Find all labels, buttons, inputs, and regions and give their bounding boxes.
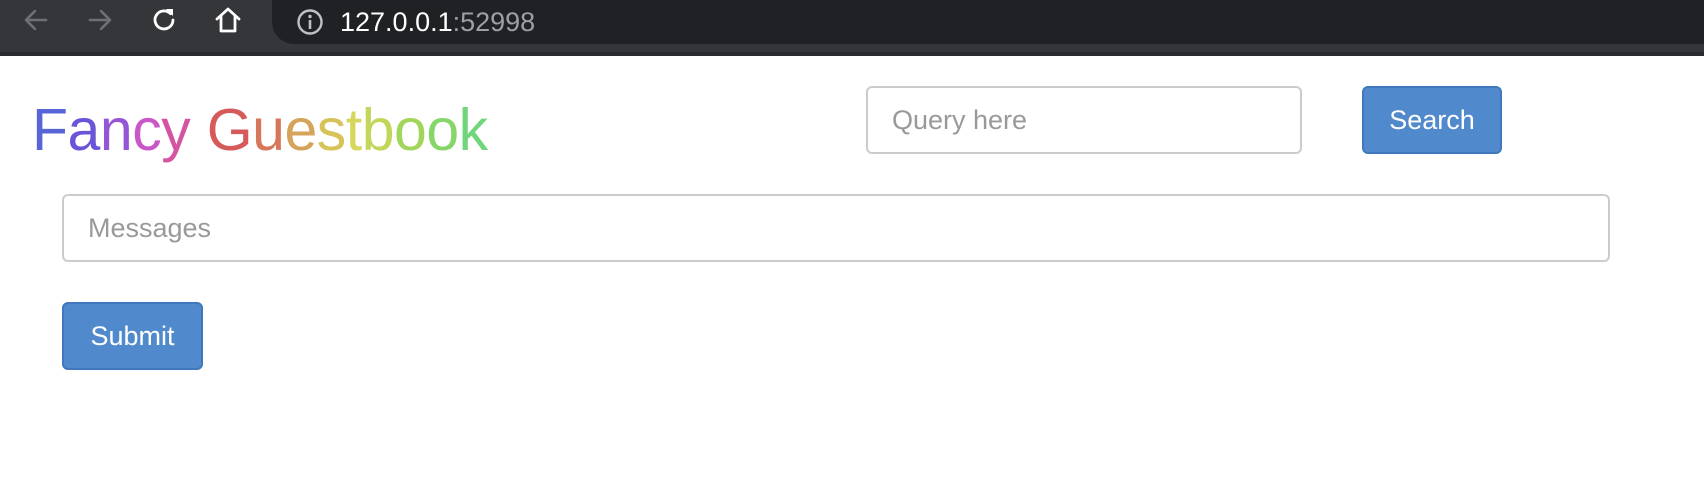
brand-letter: s <box>316 97 347 163</box>
brand-letter <box>190 94 207 166</box>
toolbar-divider <box>0 52 1704 56</box>
brand-letter: n <box>99 97 133 163</box>
url-host: 127.0.0.1 <box>340 7 453 37</box>
brand-letter: e <box>284 97 317 163</box>
brand-letter: c <box>132 97 162 163</box>
brand-letter: G <box>206 97 253 163</box>
brand-letter: b <box>361 97 395 163</box>
search-input[interactable] <box>866 86 1302 154</box>
forward-arrow-icon[interactable] <box>82 2 118 38</box>
brand-title: Fancy Guestbook <box>32 94 488 166</box>
browser-toolbar: 127.0.0.1:52998 <box>0 0 1704 56</box>
back-arrow-icon[interactable] <box>18 2 54 38</box>
brand-letter: k <box>458 97 489 163</box>
brand-letter: y <box>161 97 191 163</box>
url-port: :52998 <box>452 7 536 37</box>
home-icon[interactable] <box>210 2 246 38</box>
brand-letter: u <box>252 97 285 163</box>
url-text[interactable]: 127.0.0.1:52998 <box>340 4 535 40</box>
brand-letter: o <box>394 97 427 163</box>
brand-letter: o <box>426 97 459 163</box>
search-button[interactable]: Search <box>1362 86 1502 154</box>
address-bar[interactable]: 127.0.0.1:52998 <box>272 0 1704 44</box>
messages-input[interactable] <box>62 194 1610 262</box>
brand-letter: F <box>32 97 68 163</box>
reload-icon[interactable] <box>146 2 182 38</box>
submit-button[interactable]: Submit <box>62 302 203 370</box>
brand-letter: t <box>345 97 362 163</box>
brand-letter: a <box>67 97 101 163</box>
info-icon[interactable] <box>294 6 326 38</box>
